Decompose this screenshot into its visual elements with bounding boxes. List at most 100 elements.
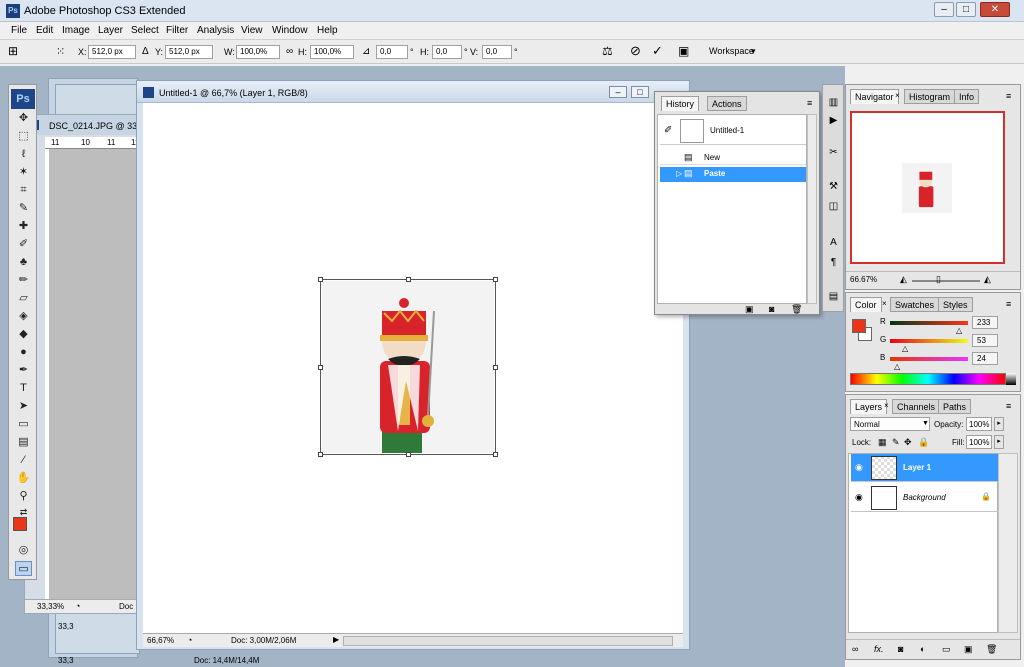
color-spectrum-bar[interactable] xyxy=(850,373,1006,385)
grayscale-ramp[interactable] xyxy=(1006,373,1016,385)
hand-tool-icon[interactable]: ✋ xyxy=(15,471,32,486)
menu-filter[interactable]: Filter xyxy=(166,25,188,36)
paint-bucket-tool-icon[interactable]: ◈ xyxy=(15,309,32,324)
cancel-transform-icon[interactable]: ⊘ xyxy=(630,43,641,59)
doc1-minimize-button[interactable]: – xyxy=(609,86,627,98)
lock-all-icon[interactable]: 🔒 xyxy=(918,437,929,448)
blend-mode-select[interactable]: Normal xyxy=(850,417,930,431)
panel-menu-icon[interactable]: ≡ xyxy=(1006,91,1011,101)
panel-menu-icon[interactable]: ≡ xyxy=(807,98,812,108)
blend-mode-chevron-down-icon[interactable]: ▼ xyxy=(922,420,929,427)
crop-tool-icon[interactable]: ⌗ xyxy=(15,183,32,198)
workspace-chevron-down-icon[interactable]: ▾ xyxy=(751,46,756,57)
y-field[interactable]: 512,0 px xyxy=(165,45,213,59)
g-value-field[interactable]: 53 xyxy=(972,334,998,347)
layer-comps-icon[interactable]: ◫ xyxy=(826,199,841,214)
fill-arrow-icon[interactable]: ▸ xyxy=(994,435,1004,449)
actions-panel-icon[interactable]: ▶ xyxy=(826,113,841,128)
tab-navigator[interactable]: Navigator xyxy=(850,89,899,104)
doc1-status-icon[interactable]: ◔ xyxy=(187,635,192,645)
tool-presets-icon[interactable]: ⚒ xyxy=(826,179,841,194)
layer-style-fx-icon[interactable]: fx. xyxy=(874,644,884,654)
tab-paths[interactable]: Paths xyxy=(938,399,972,414)
character-panel-icon[interactable]: A xyxy=(826,235,841,250)
paragraph-panel-icon[interactable]: ¶ xyxy=(826,255,841,270)
zoom-in-icon[interactable]: ◭ xyxy=(984,274,991,285)
eraser-tool-icon[interactable]: ▱ xyxy=(15,291,32,306)
transform-bounding-box[interactable] xyxy=(318,277,498,457)
g-slider-thumb[interactable]: △ xyxy=(902,344,908,353)
layer-name[interactable]: Background xyxy=(903,493,946,502)
tab-swatches[interactable]: Swatches xyxy=(890,297,940,312)
transform-handle[interactable] xyxy=(406,277,411,282)
transform-handle[interactable] xyxy=(493,452,498,457)
opacity-arrow-icon[interactable]: ▸ xyxy=(994,417,1004,431)
menu-analysis[interactable]: Analysis xyxy=(197,25,234,36)
magic-wand-tool-icon[interactable]: ✶ xyxy=(15,165,32,180)
panel-options-icon[interactable]: ▤ xyxy=(826,289,841,304)
move-tool-icon[interactable]: ✥ xyxy=(15,111,32,126)
menu-window[interactable]: Window xyxy=(272,25,308,36)
tab-histogram[interactable]: Histogram xyxy=(904,89,956,104)
close-tab-icon[interactable]: × xyxy=(882,299,887,308)
doc2-titlebar[interactable]: DSC_0214.JPG @ 33,3 xyxy=(25,115,145,135)
history-panel-icon[interactable]: ▥ xyxy=(826,95,841,110)
healing-brush-tool-icon[interactable]: ✚ xyxy=(15,219,32,234)
brush-tool-icon[interactable]: ✐ xyxy=(15,237,32,252)
menu-view[interactable]: View xyxy=(241,25,263,36)
navigator-zoom[interactable]: 66.67% xyxy=(850,275,877,284)
notes-tool-icon[interactable]: ▤ xyxy=(15,435,32,450)
doc1-zoom[interactable]: 66,67% xyxy=(147,636,174,645)
reference-point-icon[interactable]: ⁙ xyxy=(56,45,65,58)
menu-file[interactable]: File xyxy=(11,25,27,36)
clone-stamp-tool-icon[interactable]: ♣ xyxy=(15,255,32,270)
palette-well-icon[interactable]: ▣ xyxy=(678,44,689,58)
tab-layers[interactable]: Layers xyxy=(850,399,888,414)
lock-transparency-icon[interactable]: ▦ xyxy=(878,437,887,448)
delete-layer-trash-icon[interactable]: 🗑 xyxy=(986,644,997,655)
doc1-horizontal-scrollbar[interactable] xyxy=(343,636,673,646)
lock-image-icon[interactable]: ✎ xyxy=(892,437,900,448)
doc1-maximize-button[interactable]: □ xyxy=(631,86,649,98)
transform-handle[interactable] xyxy=(318,365,323,370)
new-layer-icon[interactable]: ▣ xyxy=(964,644,973,655)
workspace-menu[interactable]: Workspace xyxy=(709,46,754,56)
doc1-titlebar[interactable]: Untitled-1 @ 66,7% (Layer 1, RGB/8) – □ xyxy=(137,81,689,103)
new-document-from-state-icon[interactable]: ▣ xyxy=(745,304,754,315)
dodge-tool-icon[interactable]: ● xyxy=(15,345,32,360)
x-field[interactable]: 512,0 px xyxy=(88,45,136,59)
trash-icon[interactable]: 🗑 xyxy=(791,304,802,315)
b-value-field[interactable]: 24 xyxy=(972,352,998,365)
vskew-field[interactable]: 0,0 xyxy=(482,45,512,59)
adjustment-layer-icon[interactable]: ◐ xyxy=(920,644,925,654)
maximize-button[interactable]: □ xyxy=(956,2,976,17)
r-slider[interactable] xyxy=(890,321,968,325)
commit-transform-icon[interactable]: ✓ xyxy=(652,43,663,59)
w-field[interactable]: 100,0% xyxy=(236,45,280,59)
doc1-canvas[interactable] xyxy=(143,103,683,633)
transform-handle[interactable] xyxy=(493,365,498,370)
layer-mask-icon[interactable]: ◙ xyxy=(898,644,903,654)
brushes-panel-icon[interactable]: ✂ xyxy=(826,145,841,160)
link-layers-icon[interactable]: ∞ xyxy=(852,644,858,654)
marquee-tool-icon[interactable]: ⬚ xyxy=(15,129,32,144)
history-item-selected[interactable]: ▷ ▤ Paste xyxy=(660,167,806,182)
close-tab-icon[interactable]: × xyxy=(895,91,900,100)
r-value-field[interactable]: 233 xyxy=(972,316,998,329)
color-foreground-swatch[interactable] xyxy=(852,319,866,333)
h-field[interactable]: 100,0% xyxy=(310,45,354,59)
minimize-button[interactable]: – xyxy=(934,2,954,17)
tab-actions[interactable]: Actions xyxy=(707,96,747,111)
history-item[interactable]: ▤ New xyxy=(660,151,806,165)
b-slider[interactable] xyxy=(890,357,968,361)
pen-tool-icon[interactable]: ✒ xyxy=(15,363,32,378)
new-group-icon[interactable]: ▭ xyxy=(942,644,951,655)
history-brush-tool-icon[interactable]: ✏ xyxy=(15,273,32,288)
tab-info[interactable]: Info xyxy=(954,89,980,104)
layers-scrollbar[interactable] xyxy=(998,453,1018,633)
transform-handle[interactable] xyxy=(406,452,411,457)
quick-mask-icon[interactable]: ◎ xyxy=(15,543,32,558)
doc2-zoom[interactable]: 33,33% xyxy=(37,602,64,611)
blur-tool-icon[interactable]: ◆ xyxy=(15,327,32,342)
navigator-preview[interactable] xyxy=(850,111,1005,264)
